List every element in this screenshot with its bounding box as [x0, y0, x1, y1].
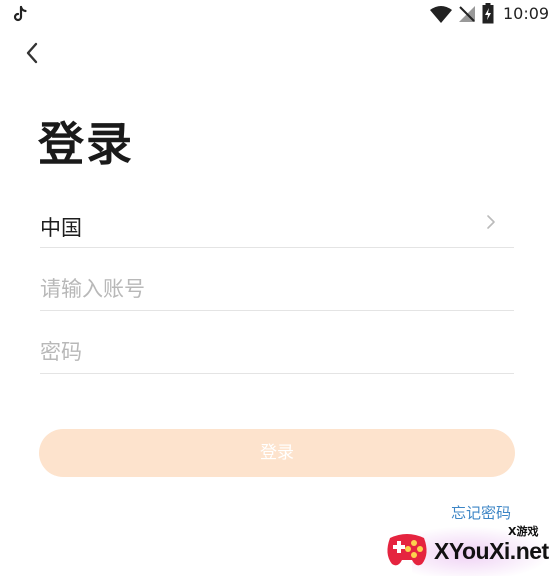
account-row: [40, 259, 514, 311]
status-time: 10:09: [503, 4, 550, 23]
gamepad-logo-icon: [387, 534, 427, 566]
watermark: X游戏 XYouXi.net: [382, 518, 554, 578]
login-button[interactable]: 登录: [39, 429, 515, 477]
password-row: [40, 322, 514, 374]
country-value: 中国: [40, 216, 82, 240]
watermark-domain-text: XYouXi.net: [434, 538, 549, 564]
login-screen: 10:09 登录 中国 登录 忘记密码: [0, 0, 554, 578]
chevron-left-icon: [26, 42, 38, 64]
account-input[interactable]: [40, 271, 514, 307]
signal-off-icon: [459, 6, 475, 22]
country-selector[interactable]: 中国: [40, 196, 514, 248]
back-button[interactable]: [20, 38, 48, 70]
chevron-right-icon: [487, 215, 495, 229]
tiktok-icon: [13, 5, 27, 22]
watermark-small-text: X游戏: [508, 525, 539, 538]
wifi-icon: [430, 6, 452, 23]
battery-charging-icon: [482, 3, 494, 24]
status-bar: 10:09: [0, 0, 554, 30]
password-input[interactable]: [40, 334, 514, 370]
page-title: 登录: [38, 117, 134, 171]
